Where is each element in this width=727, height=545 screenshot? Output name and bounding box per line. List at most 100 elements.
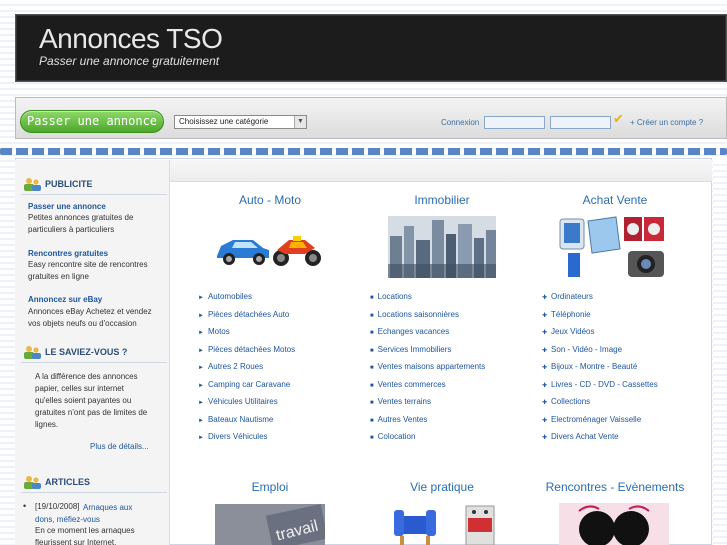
list-item[interactable]: ► Camping car Caravane [198, 380, 295, 398]
plus-bullet-icon: ✚ [542, 417, 548, 424]
list-item[interactable]: ✚ Divers Achat Vente [542, 432, 658, 450]
list-item[interactable]: ■ Locations saisonnières [370, 310, 485, 328]
list-item[interactable]: ✚ Electroménager Vaisselle [542, 415, 658, 433]
list-item[interactable]: ✚ Jeux Vidéos [542, 327, 658, 345]
list-item[interactable]: ► Divers Véhicules [198, 432, 295, 450]
content-top-bar [170, 160, 712, 182]
car-moto-image[interactable] [215, 228, 323, 268]
category-select-value: Choisissez une catégorie [179, 117, 269, 126]
ad-text: gratuites en ligne [28, 272, 89, 281]
square-bullet-icon: ■ [370, 295, 374, 301]
immobilier-list: ■ Locations ■ Locations saisonnières ■ Echa… [370, 292, 485, 450]
publicite-heading: PUBLICITE [21, 176, 167, 196]
list-item[interactable]: ✚ Livres - CD - DVD - Cassettes [542, 380, 658, 398]
saviez-title: LE SAVIEZ-VOUS ? [45, 347, 128, 357]
saviez-text: lignes. [35, 420, 59, 429]
list-item[interactable]: ■ Ventes commerces [370, 380, 485, 398]
plus-bullet-icon: ✚ [542, 400, 548, 406]
divider [21, 194, 167, 195]
arrow-bullet-icon: ► [198, 312, 204, 319]
ad-link-ebay[interactable]: Annoncez sur eBay [28, 295, 102, 304]
list-item[interactable]: ✚ Ordinateurs [542, 292, 658, 310]
articles-heading: ARTICLES [21, 474, 167, 494]
arrow-bullet-icon: ► [198, 382, 204, 389]
list-item[interactable]: ► Automobiles [198, 292, 295, 310]
square-bullet-icon: ■ [370, 365, 374, 371]
article-link[interactable]: dons, méfiez-vous [35, 515, 100, 524]
square-bullet-icon: ■ [370, 417, 374, 424]
list-item[interactable]: ► Véhicules Utilitaires [198, 397, 295, 415]
dashed-separator [0, 148, 727, 155]
category-title-achat-vente[interactable]: Achat Vente [545, 193, 685, 207]
arrow-bullet-icon: ► [198, 347, 204, 354]
checkmark-icon[interactable]: ✔ [613, 111, 624, 127]
plus-bullet-icon: ✚ [542, 295, 548, 301]
ad-link-rencontres[interactable]: Rencontres gratuites [28, 249, 108, 258]
list-item[interactable]: ■ Ventes terrains [370, 397, 485, 415]
arrow-bullet-icon: ► [198, 435, 204, 441]
post-ad-button[interactable]: Passer une annonce [20, 110, 164, 133]
more-details-link[interactable]: Plus de détails... [90, 442, 149, 451]
password-field[interactable] [550, 116, 611, 129]
list-item[interactable]: ► Pièces détachées Auto [198, 310, 295, 328]
plus-bullet-icon: ✚ [542, 365, 548, 371]
saviez-text: papier, celles sur internet [35, 384, 124, 393]
ad-text: vos objets neufs ou d'occasion [28, 319, 137, 328]
category-title-vie-pratique[interactable]: Vie pratique [372, 480, 512, 494]
article-date: [19/10/2008] [35, 502, 80, 511]
list-item[interactable]: ■ Services Immobiliers [370, 345, 485, 363]
ad-link-passer[interactable]: Passer une annonce [28, 202, 106, 211]
square-bullet-icon: ■ [370, 435, 374, 441]
job-image[interactable]: travail [215, 504, 325, 545]
login-label: Connexion [441, 118, 480, 127]
sidebar: PUBLICITE Passer une annonce Petites ann… [15, 160, 170, 545]
category-title-immobilier[interactable]: Immobilier [372, 193, 512, 207]
divider [21, 362, 167, 363]
list-item[interactable]: ■ Echanges vacances [370, 327, 485, 345]
square-bullet-icon: ■ [370, 400, 374, 406]
list-item[interactable]: ► Motos [198, 327, 295, 345]
arrow-bullet-icon: ► [198, 295, 204, 301]
site-title[interactable]: Annonces TSO [39, 23, 223, 55]
article-link[interactable]: Arnaques aux [83, 503, 132, 512]
ad-text: particuliers à particuliers [28, 225, 115, 234]
category-title-emploi[interactable]: Emploi [200, 480, 340, 494]
publicite-title: PUBLICITE [45, 179, 93, 189]
electronics-image[interactable] [558, 213, 670, 279]
list-item[interactable]: ■ Ventes maisons appartements [370, 362, 485, 380]
list-item[interactable]: ■ Locations [370, 292, 485, 310]
ad-text: Easy rencontre site de rencontres [28, 260, 148, 269]
bullet-dot: • [23, 501, 27, 511]
list-item[interactable]: ► Pièces détachées Motos [198, 345, 295, 363]
saviez-text: qu'elles soient payantes ou [35, 396, 132, 405]
ad-text: Petites annonces gratuites de [28, 213, 134, 222]
list-item[interactable]: ■ Autres Ventes [370, 415, 485, 433]
achat-vente-list: ✚ Ordinateurs ✚ Téléphonie ✚ Jeux Vidéos ✚ S… [542, 292, 658, 450]
category-select[interactable]: Choisissez une catégorie ▼ [174, 115, 307, 129]
faces-image[interactable] [559, 503, 669, 545]
site-subtitle: Passer une annonce gratuitement [39, 54, 220, 68]
list-item[interactable]: ✚ Collections [542, 397, 658, 415]
category-title-auto-moto[interactable]: Auto - Moto [200, 193, 340, 207]
list-item[interactable]: ■ Colocation [370, 432, 485, 450]
category-title-rencontres[interactable]: Rencontres - Evènements [530, 480, 700, 494]
saviez-text: gratuites n'ont pas de limites de [35, 408, 148, 417]
chevron-down-icon[interactable]: ▼ [294, 116, 306, 128]
list-item[interactable]: ✚ Bijoux - Montre - Beauté [542, 362, 658, 380]
ad-text: Annonces eBay Achetez et vendez [28, 307, 152, 316]
list-item[interactable]: ► Bateaux Nautisme [198, 415, 295, 433]
arrow-bullet-icon: ► [198, 400, 204, 406]
plus-bullet-icon: ✚ [542, 382, 548, 389]
username-field[interactable] [484, 116, 545, 129]
people-icon [24, 178, 41, 191]
plus-bullet-icon: ✚ [542, 312, 548, 319]
articles-title: ARTICLES [45, 477, 90, 487]
list-item[interactable]: ✚ Son - Vidéo - Image [542, 345, 658, 363]
people-icon [24, 346, 41, 359]
list-item[interactable]: ► Autres 2 Roues [198, 362, 295, 380]
city-skyline-image[interactable] [388, 216, 496, 278]
create-account-link[interactable]: + Créer un compte ? [630, 118, 703, 127]
list-item[interactable]: ✚ Téléphonie [542, 310, 658, 328]
home-image[interactable] [390, 502, 500, 545]
auto-moto-list: ► Automobiles ► Pièces détachées Auto ► Mot… [198, 292, 295, 450]
